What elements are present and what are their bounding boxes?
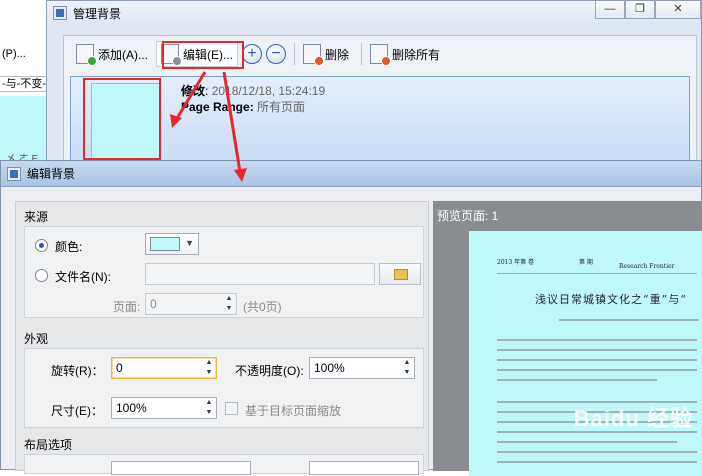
annotation-arrows	[170, 71, 247, 182]
arrow-to-dialog	[222, 71, 247, 182]
arrow-to-thumbnail	[170, 71, 207, 128]
